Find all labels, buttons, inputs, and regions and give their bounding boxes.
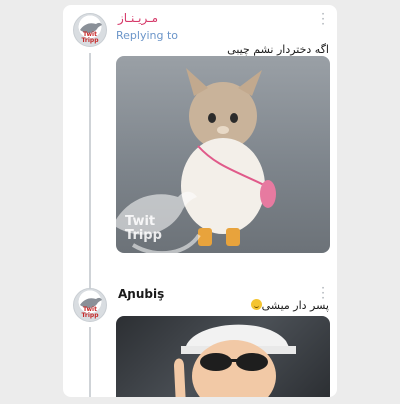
author-name[interactable]: Aɲubiş (118, 287, 164, 301)
thread-card: Twit Tripp مـریـنـاز Replying to · · · اگه… (63, 5, 337, 397)
tweet-text: اگه دختردار نشم چیبی (227, 43, 329, 56)
author-name[interactable]: مـریـنـاز (118, 11, 158, 25)
more-options-icon[interactable]: · · · (318, 8, 328, 30)
smile-emoji-icon (250, 299, 262, 310)
avatar[interactable]: Twit Tripp (73, 13, 107, 47)
tweet-text-content: پسر دار میشی (261, 299, 329, 312)
boy-photo (174, 324, 296, 397)
tweet-text: پسر دار میشی (248, 299, 329, 312)
tweet-image-boy[interactable] (116, 316, 330, 397)
avatar[interactable]: Twit Tripp (73, 288, 107, 322)
avatar-logo-text: Twit Tripp (81, 31, 99, 44)
thread-connector-2 (89, 327, 91, 397)
watermark-text: Twit Tripp (125, 214, 162, 243)
replying-to-label[interactable]: Replying to (116, 29, 178, 42)
thread-connector (89, 53, 91, 293)
avatar-logo-text: Twit Tripp (81, 306, 99, 319)
